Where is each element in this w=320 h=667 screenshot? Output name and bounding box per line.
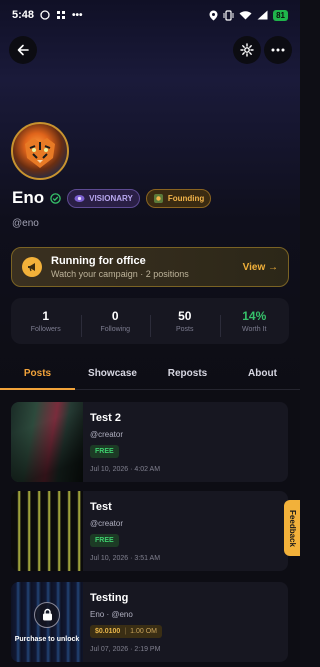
verified-icon: [50, 192, 61, 204]
post-title: Testing: [90, 592, 129, 604]
visionary-icon: [74, 194, 85, 202]
visionary-badge-label: VISIONARY: [89, 193, 133, 203]
stat-followers-label: Followers: [30, 326, 61, 333]
tiger-avatar-image: [25, 138, 55, 168]
campaign-subtitle: Watch your campaign · 2 positions: [51, 269, 189, 279]
stat-worth-it-label: Worth It: [242, 326, 267, 333]
stat-following[interactable]: 0 Following: [80, 309, 151, 337]
feedback-label: Feedback: [287, 509, 297, 547]
profile-name: Eno: [12, 188, 45, 207]
post-date: Jul 10, 2026 · 4:02 AM: [90, 466, 161, 473]
more-horizontal-icon: [271, 48, 285, 52]
founding-icon: [153, 193, 163, 203]
purchase-to-unlock-label: Purchase to unlock: [14, 635, 80, 643]
post-price-value: $0.0100: [95, 628, 121, 635]
stat-followers[interactable]: 1 Followers: [11, 309, 81, 333]
lock-icon: [34, 601, 60, 628]
gear-icon: [240, 43, 254, 57]
post-price-unit: 1.00 OM: [130, 628, 157, 635]
tab-showcase[interactable]: Showcase: [75, 360, 150, 389]
post-title: Test 2: [90, 412, 121, 424]
founding-badge-label: Founding: [167, 193, 205, 203]
avatar[interactable]: [11, 122, 69, 180]
tab-posts[interactable]: Posts: [0, 360, 75, 390]
feedback-tab[interactable]: Feedback: [284, 500, 300, 556]
settings-button[interactable]: [233, 36, 261, 64]
campaign-card[interactable]: Running for office Watch your campaign ·…: [11, 247, 289, 287]
back-button[interactable]: [9, 36, 37, 64]
post-thumbnail: [11, 491, 83, 571]
post-author: @creator: [90, 519, 124, 528]
stat-worth-it-value: 14%: [242, 309, 267, 323]
post-date: Jul 10, 2026 · 3:51 AM: [90, 555, 161, 562]
visionary-badge[interactable]: VISIONARY: [67, 188, 140, 208]
grid-icon: [57, 11, 66, 19]
more-dots-icon: •••: [72, 9, 83, 21]
post-price-badge: $0.0100 | 1.00 OM: [90, 625, 162, 638]
profile-tabs: Posts Showcase Reposts About: [0, 360, 300, 390]
stat-following-label: Following: [100, 326, 131, 333]
stat-worth-it[interactable]: 14% Worth It: [219, 309, 290, 337]
locked-overlay[interactable]: Purchase to unlock: [11, 582, 83, 662]
stat-posts-label: Posts: [175, 326, 194, 333]
post-author: @creator: [90, 430, 124, 439]
post-card[interactable]: Test 2 @creator FREE Jul 10, 2026 · 4:02…: [11, 402, 288, 482]
post-card[interactable]: Test @creator FREE Jul 10, 2026 · 3:51 A…: [11, 491, 288, 571]
stat-following-value: 0: [111, 309, 119, 323]
post-price-badge: FREE: [90, 445, 119, 458]
battery-level: 81: [273, 9, 288, 21]
tab-reposts[interactable]: Reposts: [150, 360, 225, 389]
arrow-left-icon: [17, 44, 29, 56]
location-icon: [209, 10, 218, 20]
price-separator: |: [124, 628, 127, 635]
signal-icon: [257, 10, 268, 20]
profile-handle: @eno: [12, 218, 39, 229]
post-date: Jul 07, 2026 · 2:19 PM: [90, 646, 161, 653]
profile-name-row: Eno VISIONARY Founding: [12, 188, 212, 208]
status-bar: 5:48 ••• 81: [0, 0, 300, 30]
post-thumbnail: [11, 402, 83, 482]
profile-screen: 5:48 ••• 81 Eno VISIONARY Founding @eno …: [0, 0, 300, 667]
stat-followers-value: 1: [42, 309, 50, 323]
chat-icon: [40, 10, 50, 20]
vibrate-icon: [223, 9, 234, 21]
stats-panel: 1 Followers 0 Following 50 Posts 14% Wor…: [11, 298, 289, 344]
campaign-view-link[interactable]: View →: [243, 262, 278, 273]
megaphone-icon: [22, 257, 42, 277]
tab-about[interactable]: About: [225, 360, 300, 389]
status-time: 5:48: [12, 9, 35, 21]
campaign-title: Running for office: [51, 255, 146, 267]
stat-posts-value: 50: [178, 309, 192, 323]
post-price-badge: FREE: [90, 534, 119, 547]
founding-badge[interactable]: Founding: [145, 188, 212, 208]
post-card[interactable]: Purchase to unlock Testing Eno · @eno $0…: [11, 582, 288, 662]
post-title: Test: [90, 501, 112, 513]
stat-posts[interactable]: 50 Posts: [150, 309, 220, 337]
post-author: Eno · @eno: [90, 610, 133, 619]
more-options-button[interactable]: [264, 36, 292, 64]
wifi-icon: [239, 11, 252, 20]
